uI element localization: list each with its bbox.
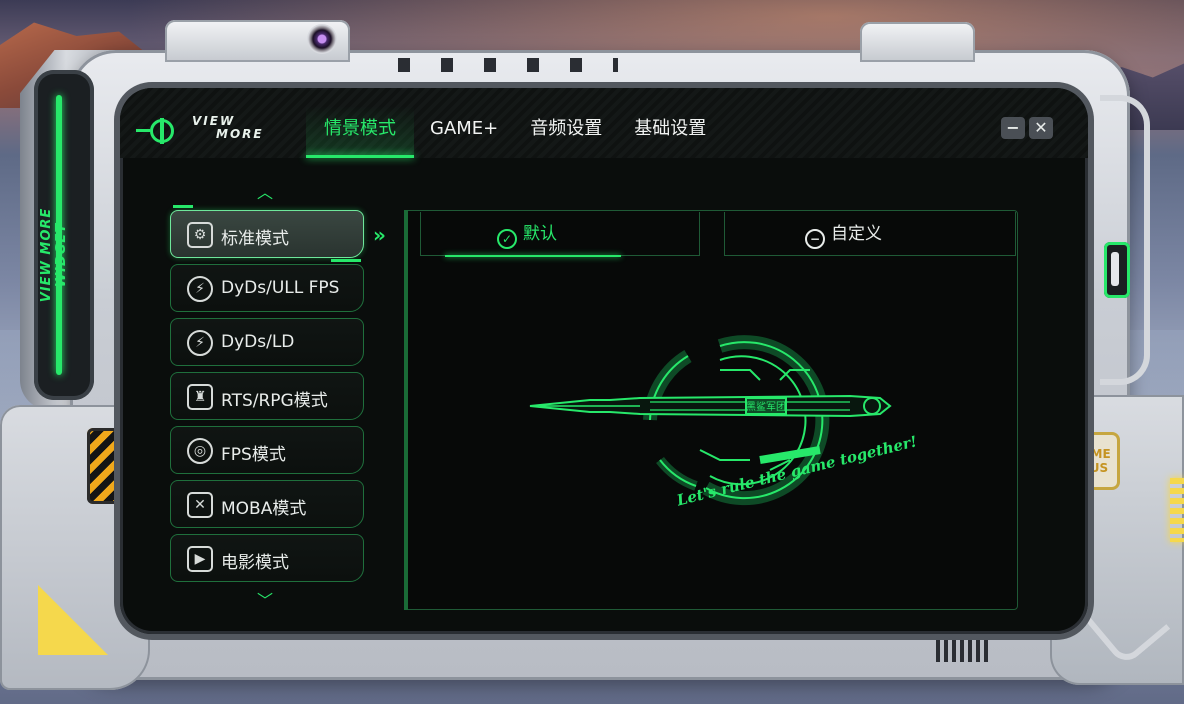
double-chevron-right-icon: » — [373, 223, 386, 247]
mode-item-standard[interactable]: ⚙ 标准模式 — [170, 205, 364, 262]
tab-scene-mode[interactable]: 情景模式 — [306, 106, 414, 158]
dyds-ld-icon: ⚡ — [187, 330, 213, 356]
subtab-custom-label: 自定义 — [831, 224, 882, 244]
mode-item-fps[interactable]: ◎ FPS模式 — [170, 426, 364, 474]
right-led-switch — [1104, 242, 1130, 298]
black-shark-emblem: 黑鲨军团 — [529, 335, 892, 506]
fps-target-icon: ◎ — [187, 438, 213, 464]
panel-accent — [404, 210, 408, 610]
mode-item-dyds-ld[interactable]: ⚡ DyDs/LD — [170, 318, 364, 366]
tab-audio-settings[interactable]: 音频设置 — [514, 106, 618, 158]
frame-right-handle — [1100, 95, 1150, 385]
rts-rpg-icon: ♜ — [187, 384, 213, 410]
tab-basic-settings[interactable]: 基础设置 — [618, 106, 722, 158]
mode-label: 标准模式 — [221, 229, 289, 249]
scroll-down-chevron-icon[interactable]: ﹀ — [250, 593, 280, 609]
subtab-custom[interactable]: − 自定义 — [724, 212, 1016, 256]
bottom-vents — [936, 640, 992, 662]
mode-item-movie[interactable]: ▶ 电影模式 — [170, 534, 364, 582]
minus-circle-icon: − — [805, 229, 825, 249]
movie-icon: ▶ — [187, 546, 213, 572]
standard-mode-icon: ⚙ — [187, 222, 213, 248]
mode-label: DyDs/ULL FPS — [221, 278, 340, 298]
logo-ring-icon — [150, 118, 174, 144]
logo-text-line2: MORE — [216, 127, 264, 141]
close-button[interactable]: ✕ — [1029, 117, 1053, 139]
mode-item-moba[interactable]: ✕ MOBA模式 — [170, 480, 364, 528]
emblem-text: 黑鲨军团 — [746, 401, 786, 413]
scroll-up-chevron-icon[interactable]: ︿ — [250, 185, 280, 201]
top-vents — [398, 58, 618, 72]
mode-label: DyDs/LD — [221, 332, 295, 352]
mode-item-rts-rpg[interactable]: ♜ RTS/RPG模式 — [170, 372, 364, 420]
logo-line — [136, 129, 150, 132]
check-circle-icon: ✓ — [497, 229, 517, 249]
dyds-ull-icon: ⚡ — [187, 276, 213, 302]
subtab-default-label: 默认 — [523, 224, 557, 244]
mode-label: MOBA模式 — [221, 499, 307, 519]
mode-list: ⚙ 标准模式 ⚡ DyDs/ULL FPS ⚡ DyDs/LD ♜ RTS/RP… — [170, 205, 366, 588]
logo-text: VIEW MORE — [192, 115, 264, 141]
app-screen: VIEW MORE 情景模式 GAME+ 音频设置 基础设置 − ✕ ︿ ⚙ 标… — [120, 88, 1088, 634]
frame-top-tab-right — [860, 22, 975, 62]
subtab-active-underline — [445, 255, 621, 257]
subtab-default[interactable]: ✓ 默认 — [420, 212, 700, 257]
moba-swords-icon: ✕ — [187, 492, 213, 518]
tab-game-plus[interactable]: GAME+ — [414, 106, 514, 158]
mode-label: RTS/RPG模式 — [221, 391, 328, 411]
window-controls: − ✕ — [1001, 117, 1053, 139]
main-tabs: 情景模式 GAME+ 音频设置 基础设置 — [306, 106, 722, 158]
yellow-light-right — [1170, 478, 1184, 542]
side-label: VIEW MORE WIDGET — [39, 207, 69, 303]
mode-label: 电影模式 — [221, 553, 289, 573]
mode-item-dyds-ull-fps[interactable]: ⚡ DyDs/ULL FPS — [170, 264, 364, 312]
sub-tabs: ✓ 默认 − 自定义 — [420, 212, 1016, 258]
minimize-button[interactable]: − — [1001, 117, 1025, 139]
mode-label: FPS模式 — [221, 445, 286, 465]
view-more-logo: VIEW MORE — [136, 115, 286, 145]
camera-lens-icon — [307, 24, 337, 54]
